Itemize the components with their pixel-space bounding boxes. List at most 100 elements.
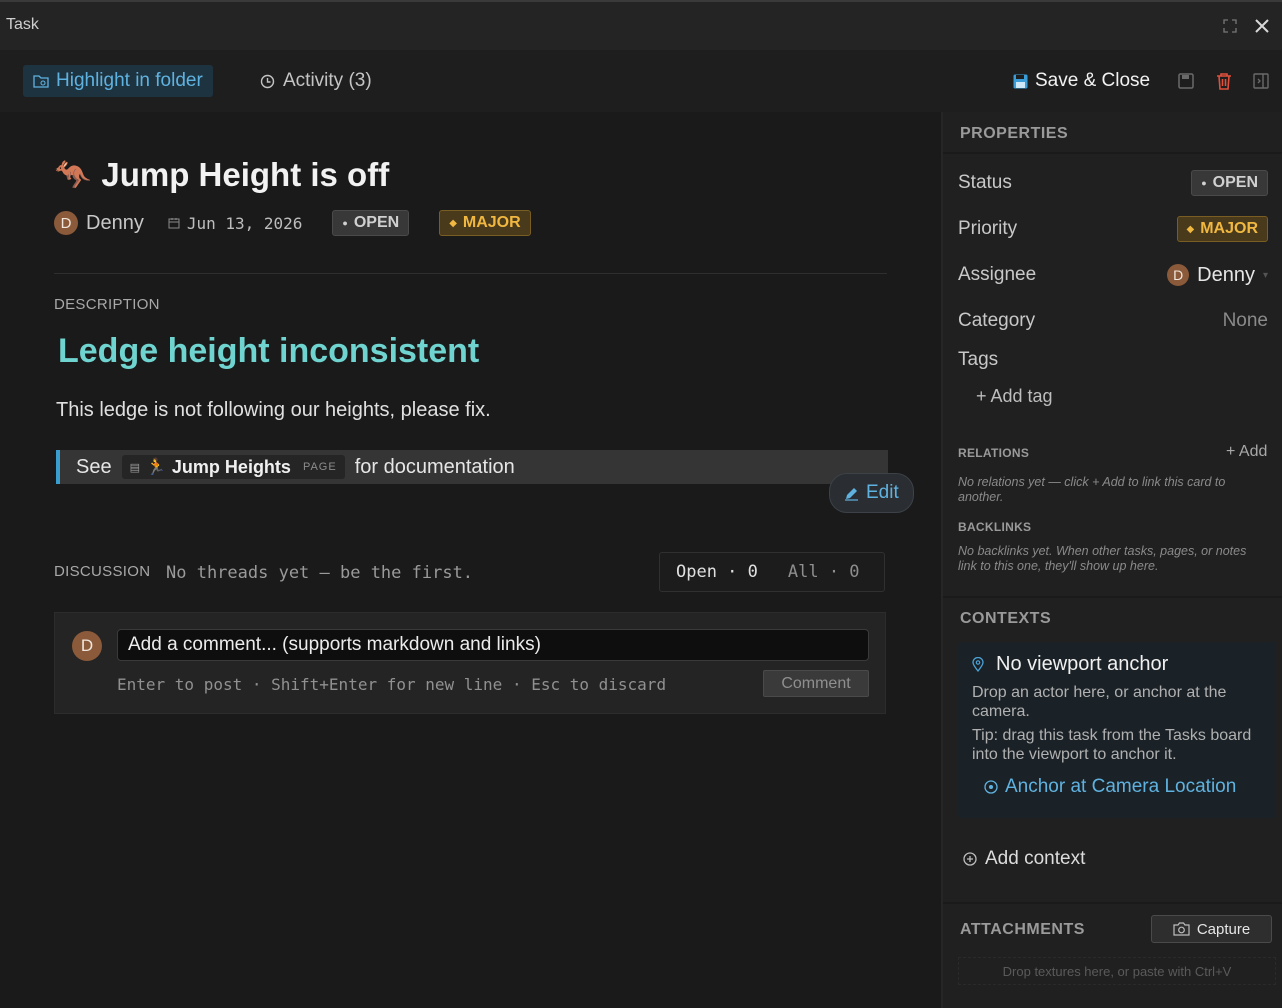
contexts-header: CONTEXTS (960, 610, 1052, 627)
page-link-chip[interactable]: ▤ 🏃 Jump Heights PAGE (121, 455, 345, 479)
anchor-at-camera-label: Anchor at Camera Location (1005, 776, 1237, 797)
assignee-value: Denny (1197, 263, 1255, 286)
status-badge[interactable]: ● OPEN (332, 210, 410, 236)
viewport-anchor-title-text: No viewport anchor (996, 653, 1169, 675)
callout-suffix: for documentation (354, 455, 515, 478)
task-date[interactable]: Jun 13, 2026 (168, 213, 303, 233)
camera-icon (1173, 922, 1190, 936)
comment-hint: Enter to post · Shift+Enter for new line… (117, 675, 667, 694)
add-context-button[interactable]: Add context (963, 848, 1085, 870)
status-dot-icon: ● (1201, 178, 1207, 188)
status-dot-icon: ● (342, 218, 348, 228)
avatar: D (54, 211, 78, 235)
add-tag-button[interactable]: + Add tag (976, 386, 1053, 407)
discussion-empty-text: No threads yet — be the first. (166, 563, 474, 583)
highlight-in-folder-button[interactable]: Highlight in folder (23, 65, 213, 97)
attachments-header: ATTACHMENTS (960, 921, 1085, 938)
edit-description-button[interactable]: Edit (829, 473, 914, 513)
status-value: OPEN (1212, 174, 1258, 191)
activity-button[interactable]: Activity (3) (260, 65, 372, 97)
save-and-close-label: Save & Close (1035, 70, 1151, 91)
task-author[interactable]: Denny (86, 212, 144, 235)
backlinks-header: BACKLINKS (958, 520, 1032, 534)
folder-icon (33, 75, 49, 88)
description-label: DESCRIPTION (54, 296, 160, 313)
maximize-icon[interactable] (1223, 19, 1237, 33)
tags-label: Tags (958, 349, 999, 370)
attachments-drop-zone[interactable]: Drop textures here, or paste with Ctrl+V (958, 957, 1276, 985)
discussion-filter: Open · 0 All · 0 (659, 552, 885, 592)
priority-diamond-icon: ◆ (1186, 223, 1195, 235)
priority-badge[interactable]: ◆ MAJOR (1176, 216, 1268, 242)
anchor-at-camera-button[interactable]: Anchor at Camera Location (984, 776, 1236, 798)
filter-all[interactable]: All · 0 (788, 562, 860, 582)
assignee-select[interactable]: D Denny ▾ (1167, 264, 1268, 287)
save-icon[interactable] (1177, 72, 1195, 90)
avatar: D (1167, 264, 1190, 286)
window-titlebar: Task (0, 0, 1282, 50)
backlinks-empty-text: No backlinks yet. When other tasks, page… (958, 544, 1247, 573)
edit-label: Edit (866, 482, 899, 503)
priority-label: Priority (958, 218, 1018, 239)
viewport-anchor-card: No viewport anchor Drop an actor here, o… (958, 642, 1276, 818)
category-value[interactable]: None (1223, 310, 1268, 332)
avatar: D (72, 631, 102, 661)
category-label: Category (958, 310, 1036, 331)
page-link-tag: PAGE (302, 461, 337, 473)
comment-composer: D Enter to post · Shift+Enter for new li… (54, 612, 886, 714)
property-assignee: Assignee D Denny ▾ (958, 260, 1268, 290)
task-title[interactable]: 🦘 Jump Height is off (54, 156, 389, 194)
relations-header: RELATIONS (958, 446, 1030, 460)
save-and-close-button[interactable]: Save & Close (1013, 65, 1150, 97)
capture-label: Capture (1196, 920, 1251, 938)
toolbar: Highlight in folder Activity (3) Save & … (0, 50, 1282, 112)
add-context-label: Add context (985, 848, 1086, 869)
location-pin-icon (972, 657, 984, 672)
viewport-anchor-help: Drop an actor here, or anchor at the cam… (972, 684, 1227, 720)
task-title-text: Jump Height is off (101, 156, 390, 193)
description-text: This ledge is not following our heights,… (56, 399, 491, 421)
window-title: Task (6, 16, 39, 33)
divider (943, 596, 1282, 598)
chevron-down-icon: ▾ (1262, 269, 1268, 281)
comment-input[interactable] (117, 629, 869, 661)
callout-prefix: See (76, 455, 112, 478)
viewport-anchor-title: No viewport anchor (972, 653, 1168, 676)
properties-header: PROPERTIES (960, 125, 1069, 142)
relations-empty-text: No relations yet — click + Add to link t… (958, 475, 1226, 504)
viewport-anchor-tip: Tip: drag this task from the Tasks board… (972, 727, 1252, 763)
add-relation-button[interactable]: + Add (1226, 443, 1267, 461)
close-icon[interactable] (1254, 18, 1270, 34)
priority-badge[interactable]: ◆ MAJOR (439, 210, 531, 236)
assignee-label: Assignee (958, 264, 1037, 285)
page-link-name: Jump Heights (171, 456, 291, 477)
divider (943, 152, 1282, 154)
property-category: Category None (958, 306, 1268, 336)
delete-icon[interactable] (1215, 72, 1233, 90)
property-priority: Priority ◆ MAJOR (958, 214, 1268, 244)
plus-circle-icon (984, 780, 998, 794)
filter-open[interactable]: Open · 0 (676, 562, 758, 582)
capture-button[interactable]: Capture (1151, 915, 1272, 943)
calendar-icon (168, 218, 180, 229)
clock-icon (260, 74, 275, 88)
task-main-panel: 🦘 Jump Height is off D Denny Jun 13, 202… (0, 112, 941, 1008)
divider (54, 273, 887, 274)
activity-label: Activity (3) (283, 70, 372, 91)
task-meta-row: D Denny Jun 13, 2026 ● OPEN ◆ MAJOR (54, 208, 531, 238)
priority-badge-text: MAJOR (462, 214, 521, 231)
properties-sidebar: PROPERTIES Status ● OPEN Priority ◆ MAJO… (941, 112, 1282, 1008)
task-date-text: Jun 13, 2026 (186, 213, 303, 233)
description-heading: Ledge height inconsistent (58, 332, 480, 370)
status-badge-text: OPEN (353, 214, 400, 231)
highlight-in-folder-label: Highlight in folder (56, 70, 203, 91)
toggle-sidebar-icon[interactable] (1252, 72, 1270, 90)
plus-circle-icon (963, 852, 977, 866)
status-badge[interactable]: ● OPEN (1191, 170, 1268, 196)
task-emoji: 🦘 (54, 158, 92, 192)
priority-diamond-icon: ◆ (449, 217, 457, 229)
comment-button[interactable]: Comment (763, 670, 869, 697)
description-callout: See ▤ 🏃 Jump Heights PAGE for documentat… (56, 450, 888, 484)
page-emoji: 🏃 (146, 459, 166, 476)
save-icon (1013, 74, 1028, 88)
